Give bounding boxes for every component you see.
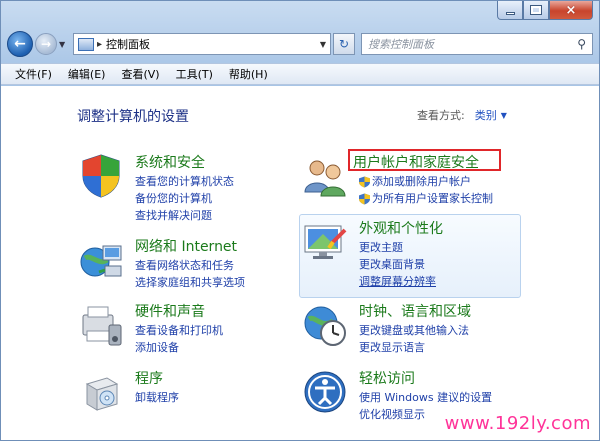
category-title[interactable]: 硬件和声音 — [135, 301, 205, 321]
view-mode-dropdown[interactable]: 类别 — [475, 107, 497, 123]
link-view-computer-status[interactable]: 查看您的计算机状态 — [135, 173, 234, 190]
users-icon — [304, 160, 346, 197]
printer-icon — [82, 306, 122, 346]
forward-arrow-icon: → — [40, 37, 52, 51]
ease-of-access-icon — [304, 371, 346, 413]
link-parental-controls[interactable]: 为所有用户设置家长控制 — [359, 190, 493, 207]
menu-tools[interactable]: 工具(T) — [168, 66, 221, 82]
category-title[interactable]: 轻松访问 — [359, 368, 415, 388]
link-text[interactable]: 为所有用户设置家长控制 — [372, 190, 493, 207]
caption-buttons: × — [497, 1, 593, 21]
menu-view[interactable]: 查看(V) — [113, 66, 167, 82]
link-add-device[interactable]: 添加设备 — [135, 339, 223, 356]
link-add-remove-accounts[interactable]: 添加或删除用户帐户 — [359, 173, 493, 190]
view-mode: 查看方式: 类别 ▼ — [417, 107, 507, 123]
maximize-icon — [530, 5, 542, 15]
control-panel-window: × ← → ▼ ▸ 控制面板 ▼ ↻ 搜索控制面板 ⚲ 文件(F) 编辑(E) … — [0, 0, 600, 441]
uac-shield-icon — [359, 193, 370, 204]
link-recommended-settings[interactable]: 使用 Windows 建议的设置 — [359, 389, 492, 406]
uac-shield-icon — [359, 176, 370, 187]
breadcrumb-separator-icon[interactable]: ▸ — [97, 39, 102, 50]
minimize-button[interactable] — [497, 1, 523, 20]
appearance-monitor-icon — [304, 225, 347, 259]
link-screen-resolution[interactable]: 调整屏幕分辨率 — [359, 273, 436, 290]
link-devices-printers[interactable]: 查看设备和打印机 — [135, 322, 223, 339]
menu-help[interactable]: 帮助(H) — [221, 66, 276, 82]
link-uninstall-program[interactable]: 卸载程序 — [135, 389, 179, 406]
view-mode-label: 查看方式: — [417, 109, 465, 122]
back-button[interactable]: ← — [7, 31, 33, 57]
link-backup-computer[interactable]: 备份您的计算机 — [135, 190, 234, 207]
page-title: 调整计算机的设置 — [77, 109, 189, 125]
forward-button[interactable]: → — [35, 33, 57, 55]
link-text[interactable]: 添加或删除用户帐户 — [372, 173, 471, 190]
category-title[interactable]: 程序 — [135, 368, 163, 388]
refresh-icon: ↻ — [338, 37, 350, 51]
category-title[interactable]: 系统和安全 — [135, 152, 205, 172]
refresh-button[interactable]: ↻ — [333, 33, 355, 55]
highlight-frame — [348, 149, 501, 171]
address-dropdown-icon[interactable]: ▼ — [316, 40, 330, 49]
search-placeholder: 搜索控制面板 — [368, 38, 434, 51]
link-homegroup-sharing[interactable]: 选择家庭组和共享选项 — [135, 274, 245, 291]
link-desktop-background[interactable]: 更改桌面背景 — [359, 256, 436, 273]
search-input[interactable]: 搜索控制面板 ⚲ — [361, 33, 593, 55]
minimize-icon — [505, 11, 515, 15]
navigation-bar: ← → ▼ ▸ 控制面板 ▼ ↻ 搜索控制面板 ⚲ — [7, 29, 593, 59]
chevron-down-icon: ▼ — [59, 39, 66, 49]
chevron-down-icon[interactable]: ▼ — [501, 111, 507, 120]
breadcrumb-control-panel[interactable]: 控制面板 — [106, 36, 316, 52]
maximize-button[interactable] — [523, 1, 549, 20]
address-bar[interactable]: ▸ 控制面板 ▼ — [73, 33, 331, 55]
menu-edit[interactable]: 编辑(E) — [60, 66, 114, 82]
category-title[interactable]: 外观和个性化 — [359, 218, 443, 238]
clock-globe-icon — [304, 306, 346, 346]
menu-bar: 文件(F) 编辑(E) 查看(V) 工具(T) 帮助(H) — [1, 63, 599, 85]
menu-file[interactable]: 文件(F) — [7, 66, 60, 82]
programs-box-icon — [85, 377, 119, 411]
back-arrow-icon: ← — [14, 36, 26, 52]
network-globe-icon — [80, 245, 122, 277]
close-button[interactable]: × — [549, 1, 593, 20]
control-panel-icon — [78, 37, 94, 51]
recent-pages-button[interactable]: ▼ — [59, 40, 69, 49]
link-change-keyboard[interactable]: 更改键盘或其他输入法 — [359, 322, 469, 339]
shield-icon — [82, 154, 120, 198]
watermark: www.192ly.com — [444, 413, 591, 434]
category-title[interactable]: 网络和 Internet — [135, 236, 237, 256]
category-title[interactable]: 时钟、语言和区域 — [359, 301, 471, 321]
link-change-theme[interactable]: 更改主题 — [359, 239, 436, 256]
link-network-status[interactable]: 查看网络状态和任务 — [135, 257, 245, 274]
link-find-fix-problems[interactable]: 查找并解决问题 — [135, 207, 234, 224]
link-change-display-language[interactable]: 更改显示语言 — [359, 339, 469, 356]
content-area: 调整计算机的设置 查看方式: 类别 ▼ 系统和安全 查看您的计算机状态 备份您的… — [1, 86, 599, 440]
close-icon: × — [565, 2, 577, 18]
search-icon[interactable]: ⚲ — [577, 37, 586, 51]
